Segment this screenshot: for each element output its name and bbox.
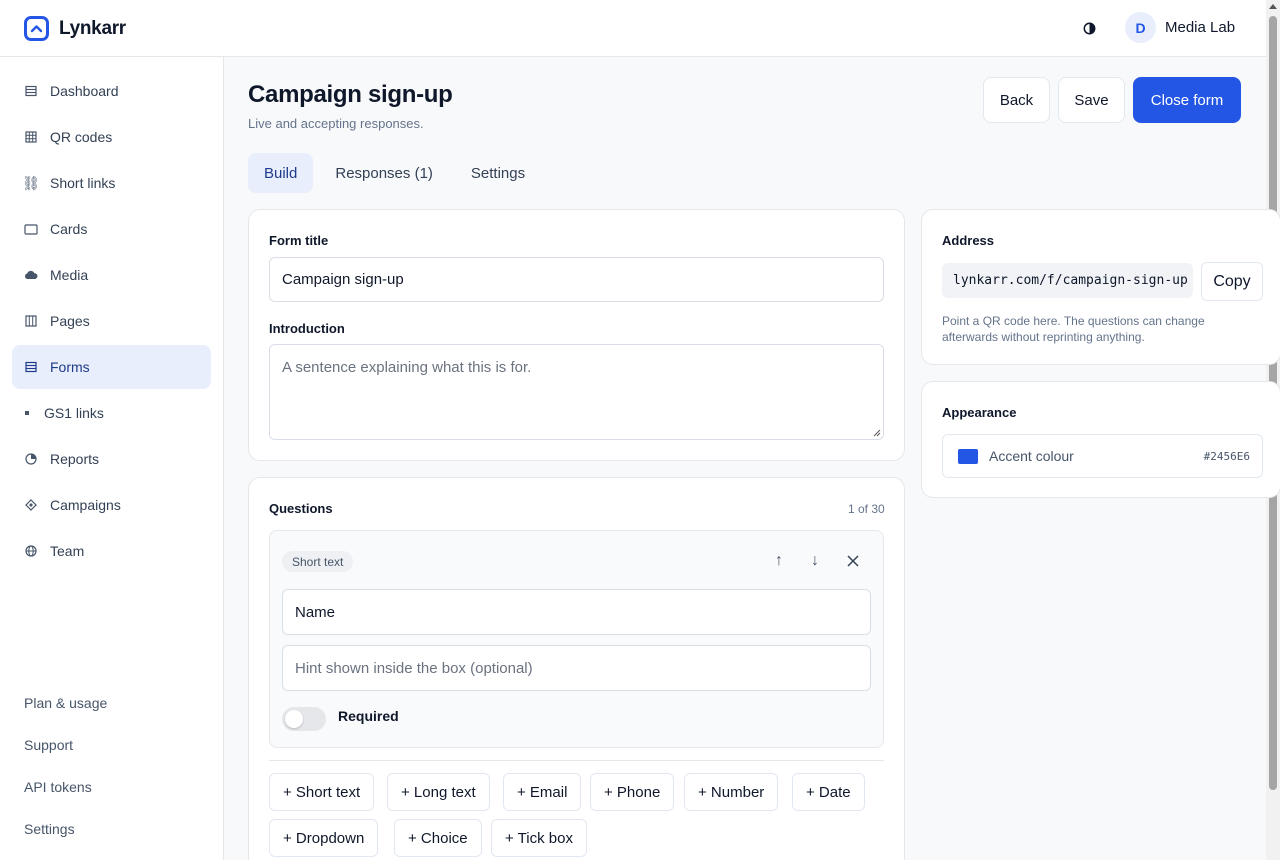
avatar: D xyxy=(1125,12,1156,43)
columns-icon xyxy=(24,314,38,328)
sidebar-item-short-links[interactable]: ⛓ Short links xyxy=(12,161,211,205)
user-name: Media Lab xyxy=(1165,19,1236,36)
add-dropdown-button[interactable]: + Dropdown xyxy=(269,819,379,857)
save-button[interactable]: Save xyxy=(1058,77,1125,123)
introduction-textarea[interactable]: A sentence explaining what this is for. xyxy=(269,344,884,440)
sidebar-item-reports[interactable]: Reports xyxy=(12,437,211,481)
introduction-label: Introduction xyxy=(269,321,345,336)
user-menu[interactable]: D Media Lab xyxy=(1125,12,1235,43)
toggle-knob xyxy=(285,710,303,728)
sidebar-item-label: Team xyxy=(50,543,85,559)
grid-icon xyxy=(24,130,38,144)
sidebar-item-cards[interactable]: Cards xyxy=(12,207,211,251)
brand-name: Lynkarr xyxy=(59,17,126,39)
questions-count: 1 of 30 xyxy=(848,502,885,516)
add-email-button[interactable]: + Email xyxy=(503,773,582,811)
scroll-up-arrow-icon[interactable] xyxy=(1269,4,1277,9)
introduction-placeholder: A sentence explaining what this is for. xyxy=(282,359,532,376)
support-link[interactable]: Support xyxy=(24,737,73,753)
resize-grip-icon[interactable] xyxy=(873,429,881,437)
sidebar-item-team[interactable]: Team xyxy=(12,529,211,573)
address-help-text: Point a QR code here. The questions can … xyxy=(942,314,1205,344)
sidebar-item-forms[interactable]: Forms xyxy=(12,345,211,389)
sidebar-item-pages[interactable]: Pages xyxy=(12,299,211,343)
add-choice-button[interactable]: + Choice xyxy=(394,819,482,857)
question-hint-input[interactable]: Hint shown inside the box (optional) xyxy=(282,645,871,691)
sidebar-item-gs1-links[interactable]: GS1 links xyxy=(12,391,211,435)
form-title-input[interactable]: Campaign sign-up xyxy=(269,257,884,302)
tab-responses[interactable]: Responses (1) xyxy=(319,153,449,193)
copy-button[interactable]: Copy xyxy=(1201,262,1263,301)
tab-build[interactable]: Build xyxy=(248,153,314,193)
globe-icon xyxy=(24,544,38,558)
move-up-icon[interactable]: ↑ xyxy=(768,550,790,572)
page-title: Campaign sign-up xyxy=(248,81,453,108)
sidebar-item-qr-codes[interactable]: QR codes xyxy=(12,115,211,159)
divider xyxy=(269,760,884,761)
sidebar-item-label: Dashboard xyxy=(50,83,119,99)
sidebar: Dashboard QR codes ⛓ Short links Cards M… xyxy=(0,57,224,860)
move-down-icon[interactable]: ↓ xyxy=(804,550,826,572)
back-button[interactable]: Back xyxy=(983,77,1050,123)
accent-colour-hex: #2456E6 xyxy=(1203,450,1250,463)
sidebar-item-label: Media xyxy=(50,267,89,283)
sidebar-item-label: QR codes xyxy=(50,129,113,145)
list-icon xyxy=(24,84,38,98)
settings-link[interactable]: Settings xyxy=(24,821,75,837)
link-icon: ⛓ xyxy=(22,174,40,191)
sidebar-item-dashboard[interactable]: Dashboard xyxy=(12,69,211,113)
add-tick-box-button[interactable]: + Tick box xyxy=(491,819,587,857)
appearance-heading: Appearance xyxy=(942,405,1017,420)
sidebar-item-label: Campaigns xyxy=(50,497,121,513)
sidebar-item-campaigns[interactable]: Campaigns xyxy=(12,483,211,527)
tab-settings[interactable]: Settings xyxy=(455,153,541,193)
form-icon xyxy=(24,360,38,374)
page-subtitle: Live and accepting responses. xyxy=(248,116,424,131)
card-icon xyxy=(24,222,38,236)
add-phone-button[interactable]: + Phone xyxy=(590,773,675,811)
sidebar-item-label: Short links xyxy=(50,175,116,191)
questions-heading: Questions xyxy=(269,501,333,516)
sidebar-item-label: GS1 links xyxy=(44,405,104,421)
dot-icon xyxy=(24,406,30,420)
cloud-icon xyxy=(24,268,38,282)
top-bar: Lynkarr D Media Lab xyxy=(0,0,1266,57)
required-toggle[interactable] xyxy=(282,707,326,731)
pie-icon xyxy=(24,452,38,466)
question-label-input[interactable]: Name xyxy=(282,589,871,635)
question-type-badge: Short text xyxy=(282,551,354,572)
address-heading: Address xyxy=(942,233,995,248)
lynkarr-logo-icon xyxy=(24,16,49,41)
accent-colour-picker[interactable]: Accent colour #2456E6 xyxy=(942,434,1263,478)
question-item: Short text ↑ ↓ Name Hint shown inside th… xyxy=(269,530,884,748)
remove-question-icon[interactable] xyxy=(842,550,864,572)
required-label: Required xyxy=(338,708,399,724)
address-url[interactable]: lynkarr.com/f/campaign-sign-up xyxy=(942,263,1193,298)
add-short-text-button[interactable]: + Short text xyxy=(269,773,375,811)
form-title-label: Form title xyxy=(269,233,329,248)
sidebar-item-label: Cards xyxy=(50,221,88,237)
plan-usage-link[interactable]: Plan & usage xyxy=(24,695,107,711)
sidebar-item-label: Forms xyxy=(50,359,90,375)
brand[interactable]: Lynkarr xyxy=(24,16,126,41)
add-date-button[interactable]: + Date xyxy=(792,773,865,811)
add-number-button[interactable]: + Number xyxy=(684,773,779,811)
diamond-icon xyxy=(24,498,38,512)
close-form-button[interactable]: Close form xyxy=(1133,77,1241,123)
sidebar-item-media[interactable]: Media xyxy=(12,253,211,297)
accent-swatch xyxy=(958,449,978,464)
contrast-icon xyxy=(1083,22,1095,34)
form-tabs: Build Responses (1) Settings xyxy=(248,153,541,193)
sidebar-item-label: Reports xyxy=(50,451,100,467)
accent-colour-label: Accent colour xyxy=(989,448,1074,464)
theme-toggle-button[interactable] xyxy=(1080,19,1098,37)
add-long-text-button[interactable]: + Long text xyxy=(387,773,490,811)
api-tokens-link[interactable]: API tokens xyxy=(24,779,92,795)
sidebar-item-label: Pages xyxy=(50,313,90,329)
